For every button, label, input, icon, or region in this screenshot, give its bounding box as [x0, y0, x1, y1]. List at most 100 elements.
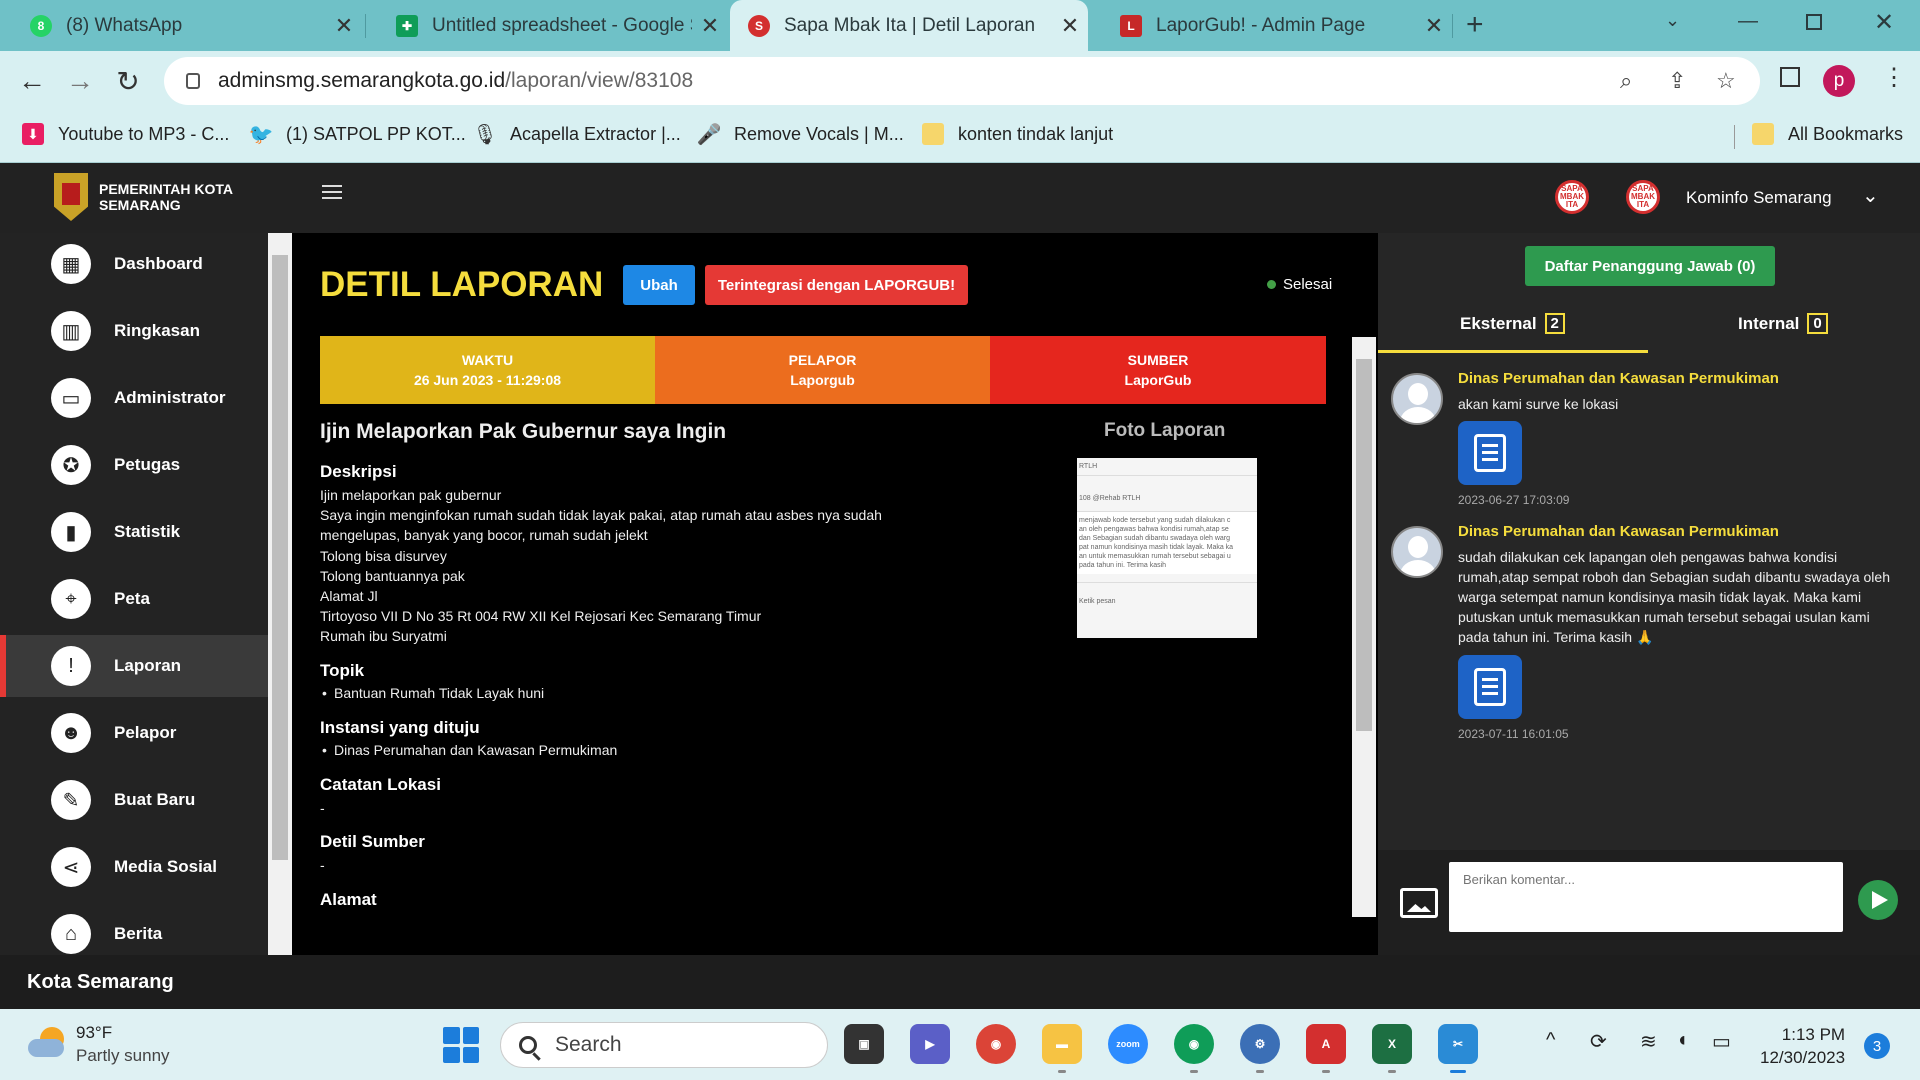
bookmark-label: Acapella Extractor |... [510, 123, 681, 144]
bookmarks-bar: ⬇ Youtube to MP3 - C... 🐦 (1) SATPOL PP KO… [0, 111, 1920, 163]
snipping-tool-icon[interactable]: ✂ [1438, 1024, 1478, 1064]
responders-panel: Daftar Penanggung Jawab (0) Eksternal 2 I… [1378, 233, 1920, 955]
notification-badge[interactable]: 3 [1864, 1033, 1890, 1059]
comment-text: sudah dilakukan cek lapangan oleh pengaw… [1458, 549, 1890, 645]
task-view-icon[interactable]: ▣ [844, 1024, 884, 1064]
acrobat-icon[interactable]: A [1306, 1024, 1346, 1064]
tab-spreadsheet[interactable]: ✚ Untitled spreadsheet - Google S ✕ [366, 0, 728, 51]
sidebar-item-berita[interactable]: ⌂ Berita [0, 903, 268, 955]
forward-button[interactable]: → [62, 63, 98, 99]
url-input[interactable]: adminsmg.semarangkota.go.id/laporan/view… [164, 57, 1760, 105]
laporgub-icon: L [1120, 14, 1142, 37]
clock[interactable]: 1:13 PM 12/30/2023 [1760, 1023, 1845, 1069]
edit-button[interactable]: Ubah [623, 265, 695, 305]
sidebar-item-dashboard[interactable]: ▦ Dashboard [0, 233, 268, 295]
sapa-mbak-ita-logo[interactable]: SAPA MBAK ITA [1555, 180, 1589, 214]
taskbar-search[interactable]: Search [500, 1022, 828, 1068]
sidebar-scrollbar-thumb[interactable] [272, 255, 288, 860]
bookmark-konten[interactable]: konten tindak lanjut [922, 123, 1113, 145]
main-scrollbar-thumb[interactable] [1356, 359, 1372, 731]
sync-icon[interactable]: ⟳ [1590, 1029, 1607, 1054]
tab-laporgub[interactable]: L LaporGub! - Admin Page ✕ [1090, 0, 1452, 51]
tab-title: LaporGub! - Admin Page [1156, 14, 1366, 36]
side-panel-icon[interactable] [1780, 67, 1800, 87]
sidebar-item-petugas[interactable]: ✪ Petugas [0, 434, 268, 496]
zoom-app-icon[interactable]: zoom [1108, 1024, 1148, 1064]
weather-desc[interactable]: Partly sunny [76, 1046, 170, 1066]
sidebar-item-pelapor[interactable]: ☻ Pelapor [0, 702, 268, 764]
volume-icon[interactable]: ◖ [1676, 1029, 1688, 1052]
tab-eksternal[interactable]: Eksternal 2 [1460, 313, 1565, 334]
comment-author[interactable]: Dinas Perumahan dan Kawasan Permukiman [1458, 370, 1779, 387]
zoom-icon[interactable]: ⌕ [1620, 68, 1632, 94]
wifi-icon[interactable]: ≋ [1640, 1029, 1657, 1054]
tab-whatsapp[interactable]: 8 (8) WhatsApp ✕ [0, 0, 362, 51]
integrated-laporgub-button[interactable]: Terintegrasi dengan LAPORGUB! [705, 265, 968, 305]
tab-internal[interactable]: Internal 0 [1738, 313, 1828, 334]
reload-button[interactable]: ↻ [110, 63, 146, 99]
teams-icon[interactable]: ▶ [910, 1024, 950, 1064]
sidebar-item-buat-baru[interactable]: ✎ Buat Baru [0, 769, 268, 831]
comment-author[interactable]: Dinas Perumahan dan Kawasan Permukiman [1458, 523, 1779, 540]
sumber-label: SUMBER [1127, 352, 1189, 368]
sidebar-item-media-sosial[interactable]: ⋖ Media Sosial [0, 836, 268, 898]
chevron-down-icon[interactable]: ⌄ [1862, 183, 1879, 208]
image-upload-icon[interactable] [1400, 888, 1438, 918]
attachment-document-icon[interactable] [1458, 655, 1522, 719]
close-icon[interactable]: ✕ [1052, 13, 1088, 39]
weather-temp[interactable]: 93°F [76, 1023, 112, 1043]
restore-button[interactable] [1806, 14, 1822, 30]
report-photo-thumbnail[interactable]: RTLH 108 @Rehab RTLH menjawab kode terse… [1077, 458, 1257, 638]
chevron-up-icon[interactable]: ^ [1546, 1029, 1555, 1052]
sidebar-item-laporan[interactable]: ! Laporan [0, 635, 268, 697]
instansi-heading: Instansi yang dituju [320, 718, 480, 737]
all-bookmarks[interactable]: All Bookmarks [1752, 123, 1903, 145]
settings-gear-icon[interactable]: ⚙ [1240, 1024, 1280, 1064]
close-window-button[interactable]: ✕ [1874, 8, 1894, 37]
instansi-item: Dinas Perumahan dan Kawasan Permukiman [322, 742, 617, 758]
bookmark-star-icon[interactable]: ☆ [1716, 68, 1736, 94]
sidebar-item-peta[interactable]: ⌖ Peta [0, 568, 268, 630]
close-icon[interactable]: ✕ [1416, 13, 1452, 39]
excel-icon[interactable]: X [1372, 1024, 1412, 1064]
photo-text: RTLH [1079, 463, 1098, 470]
windows-start-icon[interactable] [443, 1027, 479, 1063]
comment-input[interactable] [1449, 862, 1843, 932]
tab-sapa-mbak-ita[interactable]: S Sapa Mbak Ita | Detil Laporan ✕ [730, 0, 1088, 51]
minimize-button[interactable]: — [1738, 10, 1758, 33]
file-explorer-icon[interactable]: ▬ [1042, 1024, 1082, 1064]
close-icon[interactable]: ✕ [692, 13, 728, 39]
share-icon[interactable]: ⇪ [1668, 68, 1686, 94]
bookmark-remove-vocals[interactable]: 🎤 Remove Vocals | M... [697, 123, 904, 146]
weather-icon[interactable] [28, 1023, 68, 1063]
deskripsi-line: mengelupas, banyak yang bocor, rumah sud… [320, 527, 648, 544]
attachment-document-icon[interactable] [1458, 421, 1522, 485]
bookmark-acapella[interactable]: 🎙 Acapella Extractor |... [472, 123, 681, 146]
user-avatar[interactable]: SAPA MBAK ITA [1626, 180, 1660, 214]
lock-icon[interactable] [186, 73, 200, 89]
sidebar-item-label: Pelapor [114, 723, 177, 742]
sidebar-item-statistik[interactable]: ▮ Statistik [0, 501, 268, 563]
badge-icon: ✪ [51, 445, 91, 485]
tab-title: Untitled spreadsheet - Google S [432, 14, 692, 36]
back-button[interactable]: ← [14, 63, 50, 99]
send-button[interactable] [1858, 880, 1898, 920]
chrome-icon[interactable]: ◉ [976, 1024, 1016, 1064]
responders-list-button[interactable]: Daftar Penanggung Jawab (0) [1525, 246, 1775, 286]
close-icon[interactable]: ✕ [326, 13, 362, 39]
sumber-value: LaporGub [1124, 372, 1192, 388]
new-tab-button[interactable]: + [1466, 8, 1484, 42]
bookmark-youtube-mp3[interactable]: ⬇ Youtube to MP3 - C... [22, 123, 229, 145]
comment-time: 2023-06-27 17:03:09 [1458, 493, 1570, 507]
sidebar-item-label: Laporan [114, 656, 182, 675]
sidebar-item-ringkasan[interactable]: ▥ Ringkasan [0, 300, 268, 362]
sidebar-item-administrator[interactable]: ▭ Administrator [0, 367, 268, 429]
chrome-profile-icon[interactable]: ◉ [1174, 1024, 1214, 1064]
profile-avatar[interactable]: p [1823, 65, 1855, 97]
battery-icon[interactable]: ▭ [1712, 1029, 1731, 1054]
tab-search-chevron-icon[interactable]: ⌄ [1665, 10, 1680, 31]
menu-dots-icon[interactable]: ⋮ [1882, 63, 1906, 92]
user-name[interactable]: Kominfo Semarang [1686, 188, 1832, 208]
hamburger-menu-icon[interactable] [322, 185, 342, 199]
bookmark-satpol[interactable]: 🐦 (1) SATPOL PP KOT... [249, 123, 466, 146]
